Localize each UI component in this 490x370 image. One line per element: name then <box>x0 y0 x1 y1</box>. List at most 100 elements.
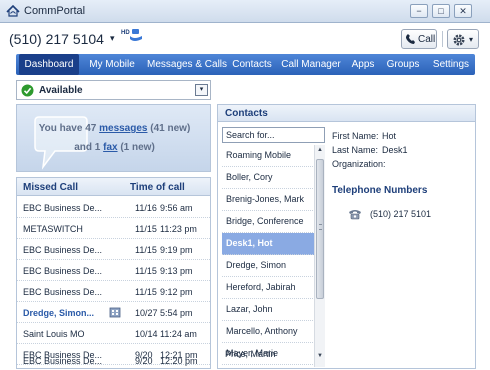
settings-menu-button[interactable]: ▾ <box>447 29 479 49</box>
fax-suffix: (1 new) <box>117 142 155 153</box>
contact-list-item[interactable]: Marcello, Anthony <box>222 321 315 343</box>
tab-messages-calls[interactable]: Messages & Calls <box>145 54 229 75</box>
contact-list-item[interactable]: Roaming Mobile <box>222 145 315 167</box>
fax-link[interactable]: fax <box>103 142 117 153</box>
call-date: 11/15 <box>135 224 157 234</box>
call-date: 10/27 <box>135 308 158 318</box>
caller-name: EBC Business De... <box>23 245 103 255</box>
caller-name: Saint Louis MO <box>23 329 85 339</box>
scrollbar-thumb[interactable] <box>316 159 324 299</box>
missed-call-row[interactable]: Dredge, Simon... 10/27 5:54 pm <box>17 302 210 323</box>
call-time: 11:23 pm <box>160 224 197 234</box>
organization-row: Organization: <box>332 159 386 169</box>
missed-calls-panel: Missed Call Time of call EBC Business De… <box>16 177 211 369</box>
first-name-row: First Name: Hot <box>332 131 396 141</box>
chevron-down-icon[interactable]: ▾ <box>110 33 115 44</box>
call-date: 10/14 <box>135 329 158 339</box>
missed-call-row[interactable]: EBC Business De... 11/16 9:56 am <box>17 197 210 218</box>
missed-call-row[interactable]: METASWITCH 11/15 11:23 pm <box>17 218 210 239</box>
window-title: CommPortal <box>24 5 86 17</box>
first-name-label: First Name: <box>332 131 379 141</box>
contact-list-item[interactable]: Lazar, John <box>222 299 315 321</box>
tab-settings[interactable]: Settings <box>430 54 472 75</box>
telephone-numbers-heading: Telephone Numbers <box>332 185 428 196</box>
caller-name-link[interactable]: Dredge, Simon... <box>23 308 118 318</box>
tab-my-mobile[interactable]: My Mobile <box>84 54 140 75</box>
contacts-header: Contacts <box>218 105 475 122</box>
tab-dashboard[interactable]: Dashboard <box>19 54 79 75</box>
call-button[interactable]: Call <box>401 29 437 49</box>
messages-summary: You have 47 messages (41 new) and 1 fax … <box>16 104 211 172</box>
gear-icon <box>453 34 465 46</box>
contacts-title: Contacts <box>225 108 268 119</box>
missed-call-row[interactable]: Saint Louis MO 10/14 11:24 am <box>17 323 210 344</box>
caller-name: METASWITCH <box>23 224 83 234</box>
messages-count-line: You have 47 messages (41 new) <box>17 123 212 134</box>
speech-bubble-icon <box>34 116 88 170</box>
tab-call-manager[interactable]: Call Manager <box>278 54 344 75</box>
contact-list-item[interactable]: Hereford, Jabirah <box>222 277 315 299</box>
tab-contacts[interactable]: Contacts <box>230 54 274 75</box>
call-date: 11/16 <box>135 203 157 213</box>
missed-call-row[interactable]: EBC Business De... 11/15 9:12 pm <box>17 281 210 302</box>
building-icon <box>109 307 121 318</box>
messages-link[interactable]: messages <box>99 123 147 134</box>
caller-name: EBC Business De... <box>23 287 103 297</box>
availability-select[interactable]: Available ▾ <box>16 80 211 100</box>
fax-count-line: and 1 fax (1 new) <box>17 142 212 153</box>
tab-apps[interactable]: Apps <box>348 54 378 75</box>
call-time: 9:12 pm <box>160 287 193 297</box>
call-time: 12:20 pm <box>160 356 198 366</box>
hd-badge: HD <box>121 30 130 36</box>
call-button-label: Call <box>418 34 436 45</box>
messages-prefix: You have 47 <box>38 123 100 134</box>
call-time: 11:24 am <box>160 329 197 339</box>
call-date: 11/15 <box>135 245 157 255</box>
chevron-down-icon[interactable]: ▾ <box>195 84 208 96</box>
desk-phone-icon <box>349 210 361 220</box>
minimize-button[interactable]: − <box>410 4 428 18</box>
caller-name: EBC Business De... <box>23 356 103 366</box>
header: (510) 217 5104 ▾ HD Call ▾ <box>0 23 490 53</box>
header-divider <box>442 31 443 47</box>
contact-search-input[interactable] <box>222 127 325 143</box>
contact-list-item-selected[interactable]: Desk1, Hot <box>222 233 315 255</box>
tab-groups[interactable]: Groups <box>384 54 422 75</box>
call-time: 9:19 pm <box>160 245 193 255</box>
contact-list-item[interactable]: Boller, Cory <box>222 167 315 189</box>
phone-number-selector[interactable]: (510) 217 5104 <box>9 31 104 47</box>
house-roof-icon <box>6 5 20 17</box>
grip-icon <box>319 224 322 230</box>
scroll-up-arrow-icon[interactable]: ▲ <box>315 147 325 153</box>
contact-list-item[interactable]: Brenig-Jones, Mark <box>222 189 315 211</box>
last-name-row: Last Name: Desk1 <box>332 145 408 155</box>
last-name-value: Desk1 <box>382 145 408 155</box>
contact-list-item[interactable]: Bridge, Conference <box>222 211 315 233</box>
call-date: 9/20 <box>135 356 153 366</box>
main-nav: Dashboard My Mobile Messages & Calls Con… <box>16 54 475 75</box>
call-date: 11/15 <box>135 287 157 297</box>
contact-list: Roaming Mobile Boller, Cory Brenig-Jones… <box>222 145 315 367</box>
contact-list-item[interactable]: Price, Martin <box>221 344 314 366</box>
scroll-down-arrow-icon[interactable]: ▼ <box>315 353 325 359</box>
first-name-value: Hot <box>382 131 397 141</box>
contact-list-scrollbar[interactable]: ▲ ▼ <box>314 145 325 367</box>
close-button[interactable]: ✕ <box>454 4 472 18</box>
missed-call-row[interactable]: EBC Business De... 11/15 9:19 pm <box>17 239 210 260</box>
contact-list-item[interactable]: Dredge, Simon <box>222 255 315 277</box>
missed-calls-header: Missed Call Time of call <box>17 178 210 196</box>
messages-suffix: (41 new) <box>147 123 191 134</box>
call-date: 11/15 <box>135 266 157 276</box>
last-name-label: Last Name: <box>332 145 379 155</box>
missed-call-row[interactable]: EBC Business De... 9/20 12:20 pm <box>17 350 210 370</box>
chevron-down-icon: ▾ <box>469 35 474 44</box>
missed-call-row[interactable]: EBC Business De... 11/15 9:13 pm <box>17 260 210 281</box>
call-time: 5:54 pm <box>160 308 193 318</box>
caller-name: EBC Business De... <box>23 203 103 213</box>
title-bar: CommPortal − □ ✕ <box>0 0 490 23</box>
organization-label: Organization: <box>332 159 386 169</box>
telephone-number[interactable]: (510) 217 5101 <box>370 209 431 219</box>
availability-label: Available <box>39 85 83 96</box>
call-time: 9:56 am <box>160 203 193 213</box>
maximize-button[interactable]: □ <box>432 4 450 18</box>
